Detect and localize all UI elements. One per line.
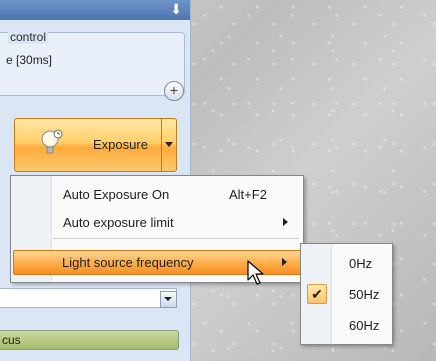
submenu-item-label: 0Hz <box>349 256 373 271</box>
exposure-button[interactable]: Exposure <box>14 118 177 172</box>
combo-dropdown-button[interactable] <box>160 291 177 308</box>
chevron-down-icon <box>164 297 172 301</box>
light-bulb-icon <box>41 129 63 154</box>
exposure-dropdown-toggle[interactable] <box>161 119 176 171</box>
panel-titlebar: ⬇ <box>0 0 190 20</box>
menu-item-label: Light source frequency <box>62 255 194 270</box>
menu-item-auto-exposure-limit[interactable]: Auto exposure limit <box>13 210 301 235</box>
exposure-button-label: Exposure <box>93 137 148 152</box>
mouse-cursor-icon <box>247 260 264 285</box>
submenu-item-50hz[interactable]: ✔ 50Hz <box>303 281 390 307</box>
mode-combo[interactable] <box>0 288 177 308</box>
menu-separator <box>53 238 299 239</box>
checkmark-icon: ✔ <box>307 284 327 304</box>
group-title: control <box>8 30 49 44</box>
focus-label: cus <box>2 333 21 347</box>
menu-item-label: Auto exposure limit <box>63 215 174 230</box>
submenu-arrow-icon <box>283 218 288 226</box>
expand-plus-icon[interactable]: + <box>164 81 184 101</box>
chevron-down-icon <box>165 142 173 147</box>
frequency-submenu: 0Hz ✔ 50Hz 60Hz <box>300 243 393 345</box>
exposure-control-group: control e [30ms] + <box>0 30 185 101</box>
submenu-arrow-icon <box>282 258 287 266</box>
submenu-item-0hz[interactable]: 0Hz <box>303 250 390 276</box>
submenu-item-label: 50Hz <box>349 287 380 302</box>
menu-item-label: Auto Exposure On <box>63 187 170 202</box>
exposure-value: e [30ms] <box>6 53 53 67</box>
submenu-item-label: 60Hz <box>349 318 380 333</box>
focus-bar[interactable]: cus <box>0 330 179 350</box>
pin-icon[interactable]: ⬇ <box>170 1 182 18</box>
menu-item-shortcut: Alt+F2 <box>229 187 267 202</box>
submenu-item-60hz[interactable]: 60Hz <box>303 312 390 338</box>
menu-item-auto-exposure-on[interactable]: Auto Exposure On Alt+F2 <box>13 182 301 207</box>
